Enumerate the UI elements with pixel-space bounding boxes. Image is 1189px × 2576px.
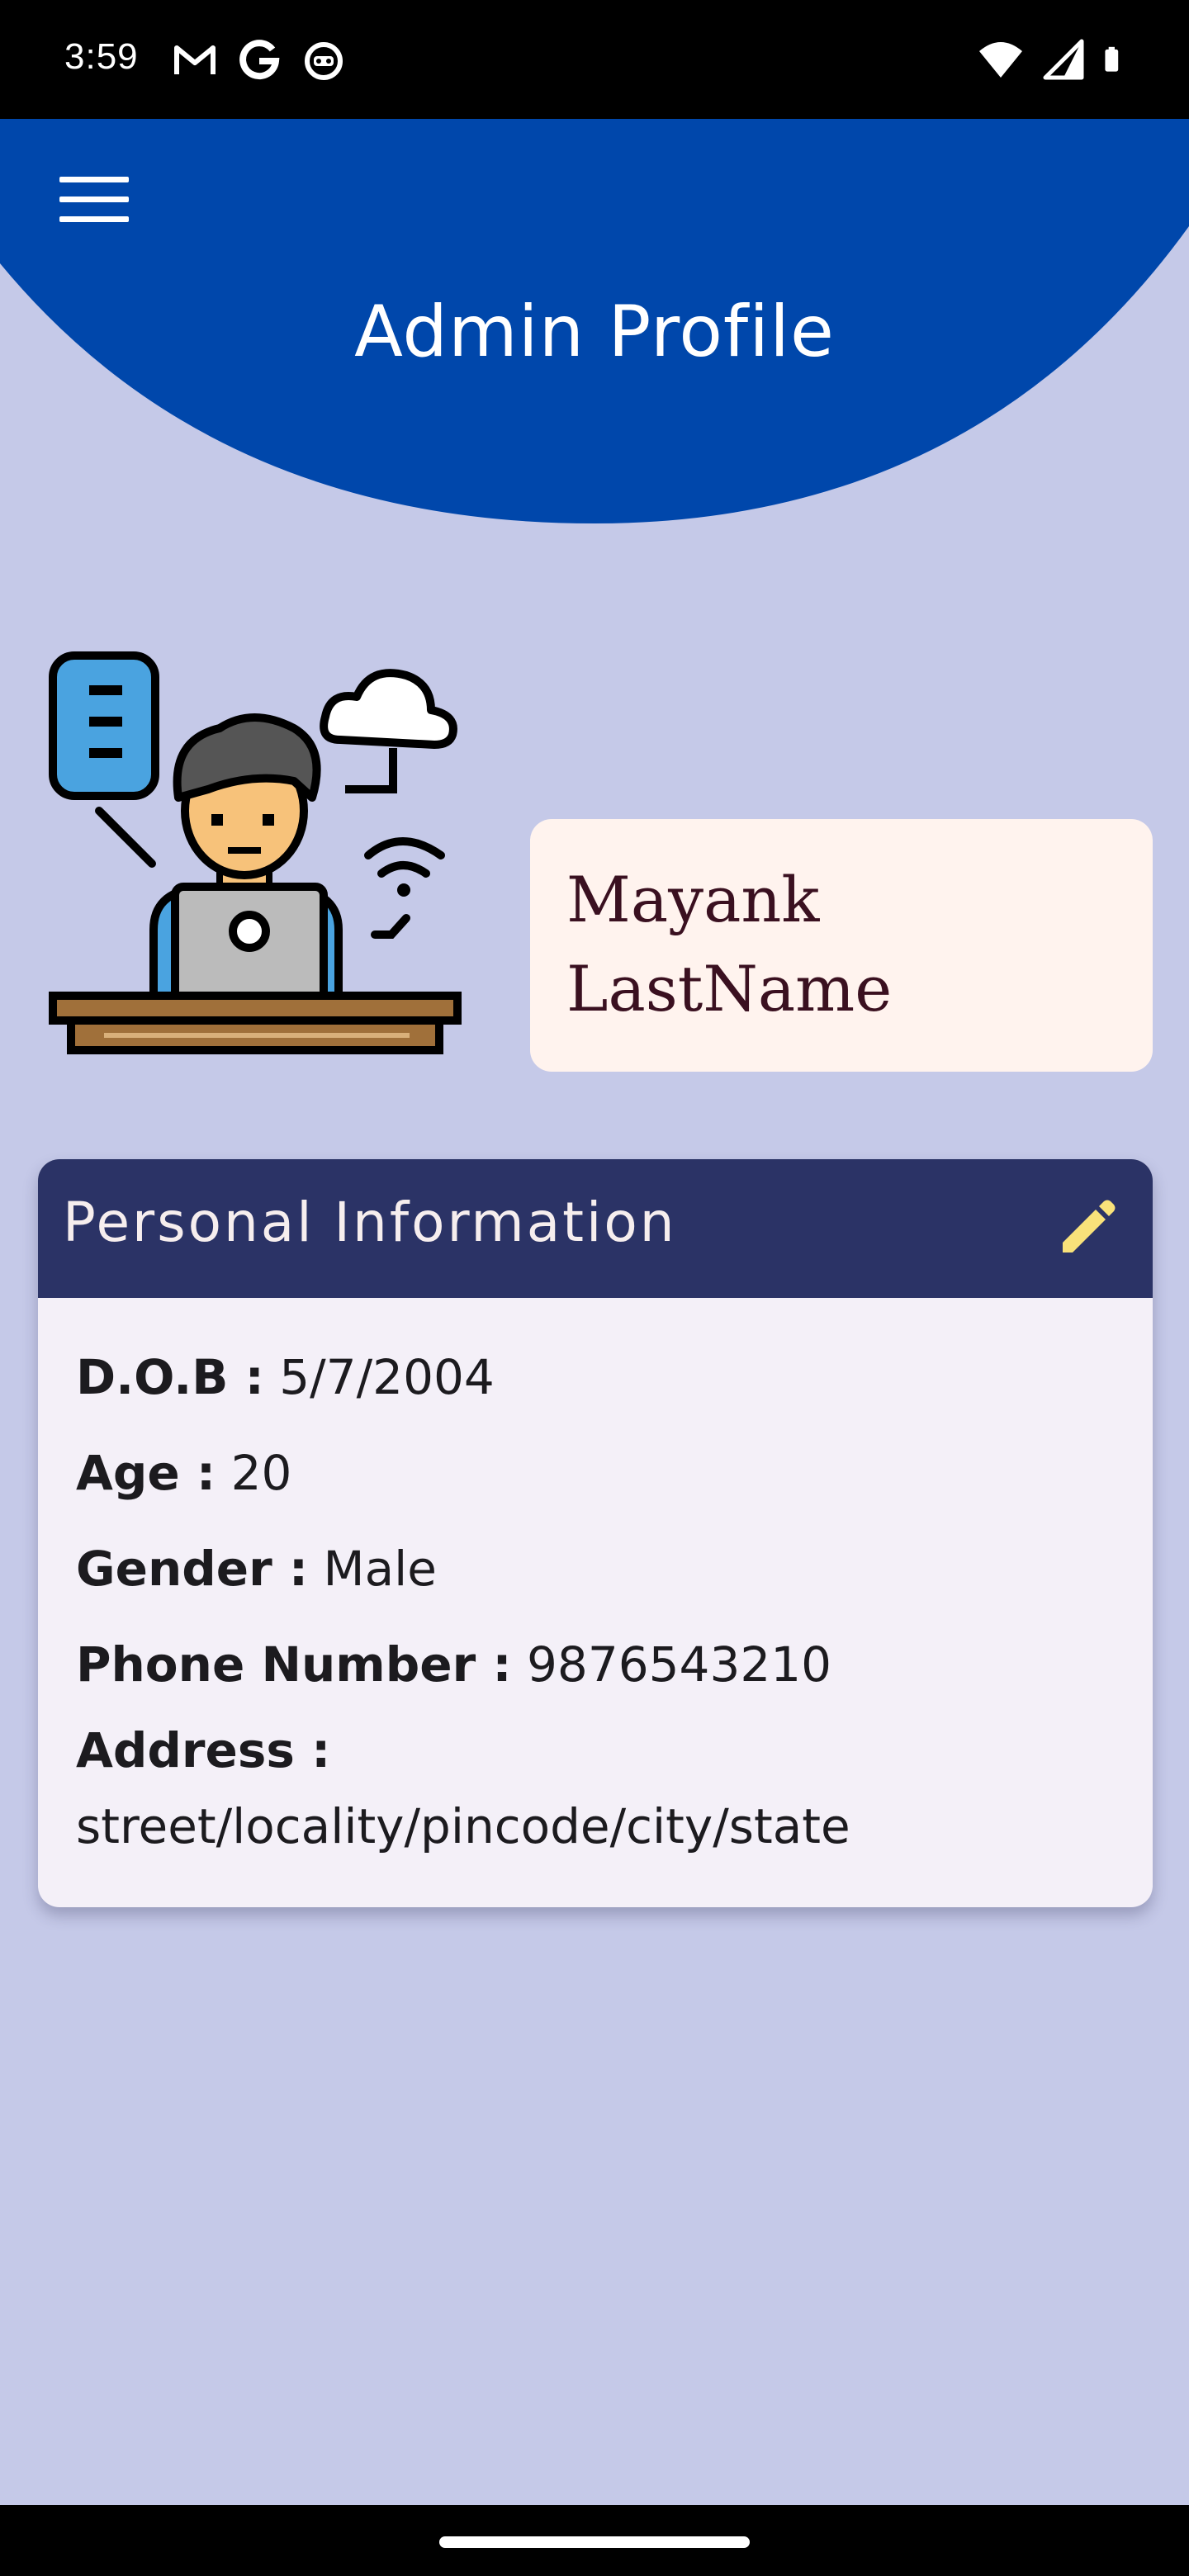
status-bar: 3:59 [0, 0, 1189, 119]
app-header: Admin Profile [0, 119, 1189, 532]
edit-pencil-icon [1063, 1200, 1116, 1252]
gender-row: Gender : Male [76, 1521, 1115, 1617]
hamburger-menu-icon [59, 177, 129, 222]
personal-information-card: Personal Information D.O.B : 5/7/2004 Ag… [38, 1159, 1153, 1907]
age-label: Age : [76, 1445, 216, 1501]
status-time: 3:59 [64, 36, 139, 77]
phone-row: Phone Number : 9876543210 [76, 1617, 1115, 1712]
age-value: 20 [230, 1445, 292, 1501]
page-title: Admin Profile [354, 291, 835, 373]
edit-button[interactable] [1050, 1192, 1123, 1265]
battery-icon [1105, 46, 1119, 72]
address-label: Address : [76, 1722, 331, 1778]
navigation-bar [0, 2505, 1189, 2576]
age-row: Age : 20 [76, 1425, 1115, 1521]
name-card: Mayank LastName [530, 819, 1153, 1072]
admin-avatar-illustration [49, 651, 462, 1054]
gender-label: Gender : [76, 1541, 309, 1597]
home-indicator[interactable] [439, 2536, 750, 2548]
dob-label: D.O.B : [76, 1349, 264, 1405]
phone-label: Phone Number : [76, 1636, 512, 1693]
address-value: street/locality/pincode/city/state [76, 1798, 850, 1854]
personal-information-body: D.O.B : 5/7/2004 Age : 20 Gender : Male … [38, 1298, 1153, 1864]
first-name: Mayank [566, 863, 820, 936]
menu-button[interactable] [59, 175, 142, 258]
last-name: LastName [566, 952, 893, 1025]
dob-value: 5/7/2004 [279, 1349, 495, 1405]
phone-value: 9876543210 [527, 1636, 832, 1693]
cell-signal-icon [1043, 39, 1084, 80]
personal-information-title: Personal Information [63, 1191, 677, 1254]
gender-value: Male [323, 1541, 437, 1597]
notification-icons [172, 38, 347, 81]
google-icon [239, 40, 280, 80]
gmail-icon [174, 45, 216, 74]
address-row: Address : street/locality/pincode/city/s… [76, 1712, 1115, 1864]
wifi-icon [979, 42, 1022, 78]
system-icons [978, 38, 1131, 81]
dob-row: D.O.B : 5/7/2004 [76, 1329, 1115, 1425]
personal-information-header: Personal Information [38, 1159, 1153, 1298]
notification-bot-icon [305, 42, 343, 80]
